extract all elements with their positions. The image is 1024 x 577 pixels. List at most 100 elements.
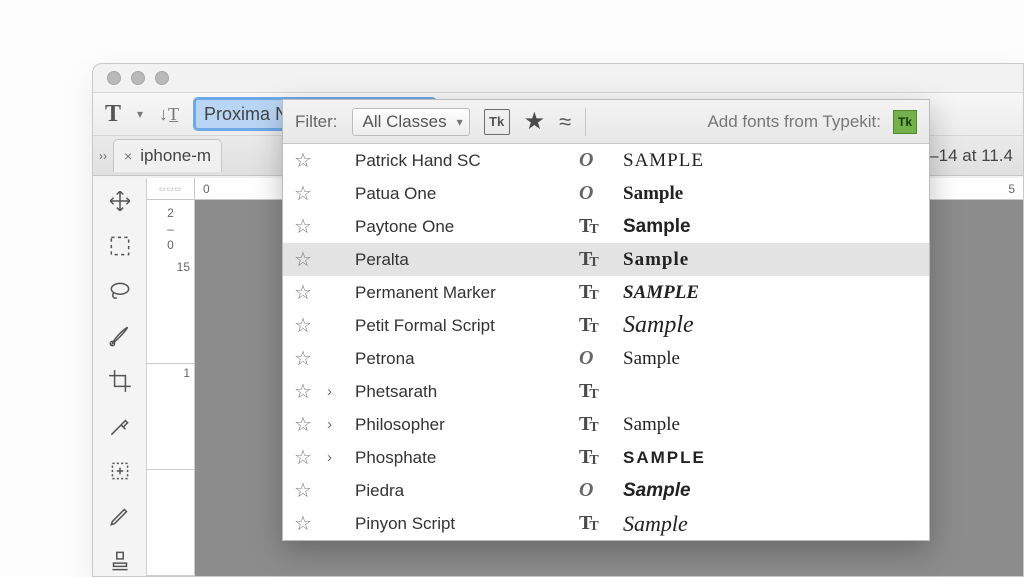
opentype-icon: O — [579, 182, 609, 205]
font-name: Petit Formal Script — [355, 316, 565, 336]
font-row[interactable]: ☆ › Phetsarath — [283, 375, 929, 408]
brush-tool[interactable] — [102, 321, 138, 352]
move-tool[interactable] — [102, 186, 138, 217]
typekit-filter-toggle[interactable]: Tk — [484, 109, 510, 135]
favorite-star-icon[interactable]: ☆ — [293, 280, 313, 305]
marquee-tool[interactable] — [102, 231, 138, 262]
expand-family-icon[interactable]: › — [327, 416, 341, 433]
window-titlebar — [93, 64, 1023, 92]
filter-select[interactable]: All Classes ▾ — [352, 108, 470, 136]
tools-panel — [93, 178, 147, 576]
font-row[interactable]: ☆ › Phosphate SAMPLE — [283, 441, 929, 474]
zoom-window-button[interactable] — [155, 71, 169, 85]
lasso-tool[interactable] — [102, 276, 138, 307]
chevron-down-icon: ▾ — [457, 115, 463, 129]
font-sample: SAMPLE — [623, 150, 704, 172]
font-sample: Sample — [623, 414, 680, 436]
font-name: Phetsarath — [355, 382, 565, 402]
font-sample: Sample — [623, 183, 683, 205]
truetype-icon — [579, 314, 609, 337]
font-sample: Sample — [623, 511, 688, 537]
font-name: Petrona — [355, 349, 565, 369]
typekit-launch-button[interactable]: Tk — [893, 110, 917, 134]
close-tab-icon[interactable]: × — [124, 148, 132, 164]
font-row[interactable]: ☆›PeraltaSample — [283, 243, 929, 276]
ruler-corner: ▭▭▭ — [147, 178, 194, 200]
document-tab-title: iphone-m — [140, 146, 211, 166]
font-sample: Sample — [623, 348, 680, 370]
close-window-button[interactable] — [107, 71, 121, 85]
font-sample: Sample — [623, 312, 694, 339]
font-name: Patrick Hand SC — [355, 151, 565, 171]
truetype-icon — [579, 446, 609, 469]
type-tool-dropdown-icon[interactable]: ▾ — [137, 107, 143, 121]
similarity-filter-icon[interactable]: ≈ — [559, 109, 571, 135]
favorite-star-icon[interactable]: ☆ — [293, 478, 313, 503]
document-tab[interactable]: × iphone-m — [113, 139, 222, 172]
truetype-icon — [579, 413, 609, 436]
favorite-star-icon[interactable]: ☆ — [293, 346, 313, 371]
orientation-toggle-icon[interactable]: ↓T̲ — [157, 102, 181, 126]
font-dropdown-panel: Filter: All Classes ▾ Tk ★ ≈ Add fonts f… — [282, 99, 930, 541]
expand-panel-icon[interactable]: ›› — [99, 149, 107, 163]
opentype-icon: O — [579, 149, 609, 172]
vertical-ruler: ▭▭▭ 2–0 15 1 — [147, 178, 195, 576]
favorite-star-icon[interactable]: ☆ — [293, 511, 313, 536]
truetype-icon — [579, 512, 609, 535]
font-sample: Sample — [623, 216, 691, 238]
favorite-star-icon[interactable]: ☆ — [293, 181, 313, 206]
font-name: Patua One — [355, 184, 565, 204]
font-row[interactable]: ☆›PetronaOSample — [283, 342, 929, 375]
minimize-window-button[interactable] — [131, 71, 145, 85]
truetype-icon — [579, 380, 609, 403]
divider — [585, 108, 586, 136]
font-name: Paytone One — [355, 217, 565, 237]
font-row[interactable]: ☆›Petit Formal ScriptSample — [283, 309, 929, 342]
patch-tool[interactable] — [102, 455, 138, 486]
font-name: Pinyon Script — [355, 514, 565, 534]
favorite-star-icon[interactable]: ☆ — [293, 247, 313, 272]
favorite-star-icon[interactable]: ☆ — [293, 412, 313, 437]
font-row[interactable]: ☆›PiedraOSample — [283, 474, 929, 507]
font-sample: Sample — [623, 480, 691, 502]
favorite-star-icon[interactable]: ☆ — [293, 313, 313, 338]
font-name: Phosphate — [355, 448, 565, 468]
typekit-cta-label: Add fonts from Typekit: — [707, 112, 881, 132]
eyedropper-tool[interactable] — [102, 410, 138, 441]
favorite-star-icon[interactable]: ☆ — [293, 214, 313, 239]
favorites-filter-icon[interactable]: ★ — [524, 107, 546, 136]
type-tool-icon: T — [105, 101, 121, 128]
font-sample: SAMPLE — [623, 448, 706, 468]
expand-family-icon[interactable]: › — [327, 383, 341, 400]
font-row[interactable]: ☆›Permanent MarkerSAMPLE — [283, 276, 929, 309]
favorite-star-icon[interactable]: ☆ — [293, 445, 313, 470]
font-row[interactable]: ☆›Paytone OneSample — [283, 210, 929, 243]
font-row[interactable]: ☆ › Philosopher Sample — [283, 408, 929, 441]
ruler-label-top: 2–0 — [167, 200, 174, 258]
font-row[interactable]: ☆›Pinyon ScriptSample — [283, 507, 929, 540]
ruler-segment: 15 — [147, 258, 194, 364]
font-name: Piedra — [355, 481, 565, 501]
filter-value: All Classes — [363, 112, 447, 132]
favorite-star-icon[interactable]: ☆ — [293, 148, 313, 173]
font-row[interactable]: ☆›Patrick Hand SCOSAMPLE — [283, 144, 929, 177]
font-sample: Sample — [623, 249, 689, 271]
font-name: Peralta — [355, 250, 565, 270]
font-row[interactable]: ☆›Patua OneOSample — [283, 177, 929, 210]
truetype-icon — [579, 215, 609, 238]
truetype-icon — [579, 281, 609, 304]
stamp-tool[interactable] — [102, 545, 138, 576]
opentype-icon: O — [579, 347, 609, 370]
expand-family-icon[interactable]: › — [327, 449, 341, 466]
ruler-segment — [147, 470, 194, 576]
favorite-star-icon[interactable]: ☆ — [293, 379, 313, 404]
pencil-tool[interactable] — [102, 500, 138, 531]
truetype-icon — [579, 248, 609, 271]
font-name: Permanent Marker — [355, 283, 565, 303]
opentype-icon: O — [579, 479, 609, 502]
font-list[interactable]: ☆ › Patrick Hand SC O SAMPLE ☆ › Patua One O Samp… — [283, 144, 929, 540]
font-name: Philosopher — [355, 415, 565, 435]
crop-tool[interactable] — [102, 366, 138, 397]
filter-label: Filter: — [295, 112, 338, 132]
ruler-segment: 1 — [147, 364, 194, 470]
